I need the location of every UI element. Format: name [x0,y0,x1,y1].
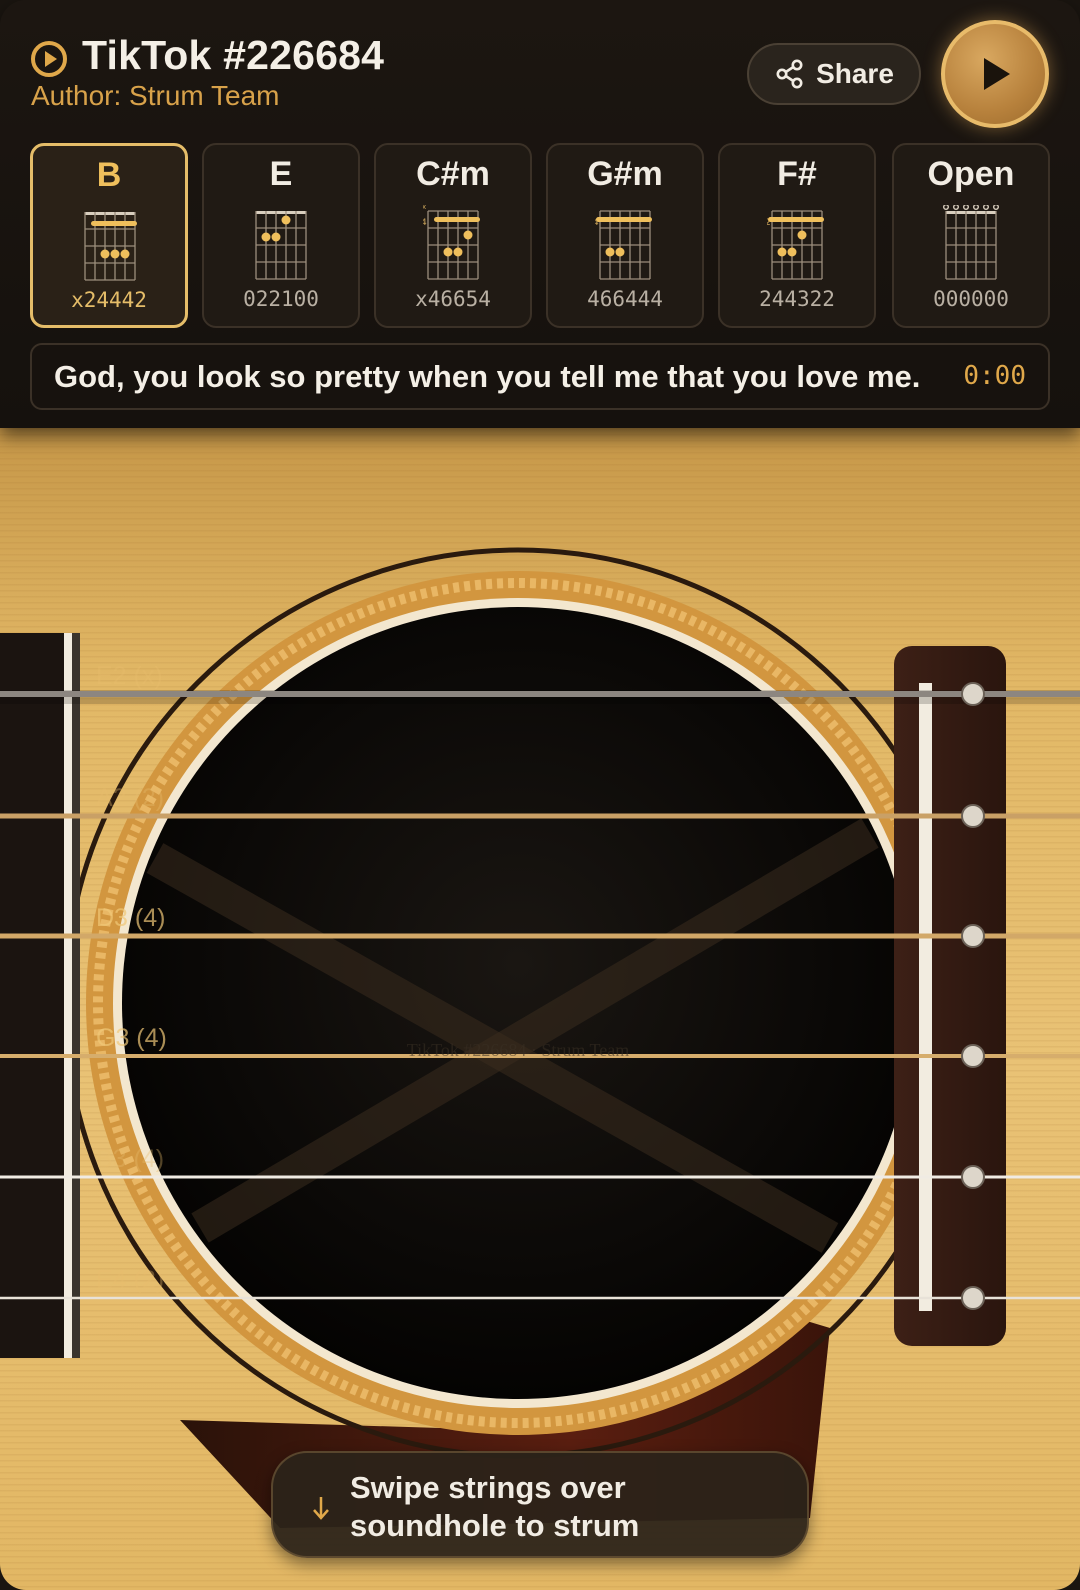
chord-diagram-icon [255,211,307,280]
share-button[interactable]: Share [747,43,921,105]
chord-name: C#m [416,155,490,193]
nut [64,633,72,1358]
nut-shadow [72,633,80,1358]
share-label: Share [816,58,894,89]
song-title: TikTok #226684 [82,32,385,78]
string-label-e2: E2 (x) [96,662,163,690]
bridge [894,646,1006,1346]
chord-name: F# [777,155,817,193]
string-label-a2: A2 (2) [96,784,165,812]
hint-line-2: soundhole to strum [350,1508,640,1543]
svg-text:4: 4 [423,218,427,228]
song-author: Author: Strum Team [31,80,280,111]
playback-time: 0:00 [963,361,1026,391]
string-label-e4: E4 (2) [96,1266,165,1294]
chord-fingering: 466444 [587,287,663,311]
chord-diagram-icon: 4 [595,210,652,280]
chord-card-c-sharp-minor[interactable]: C#m x 4 x46654 [374,143,532,328]
song-header: TikTok #226684 Author: Strum Team Share … [0,0,1080,428]
chord-diagram-icon: 2 [767,210,824,280]
chord-fingering: 000000 [933,287,1009,311]
chord-selector: B x24442 E 022100 C#m x 4 x46654 G#m 4 4… [30,143,1050,328]
chord-card-g-sharp-minor[interactable]: G#m 4 466444 [546,143,704,328]
hint-text: Swipe strings over soundhole to strum [350,1469,639,1545]
chord-card-e[interactable]: E 022100 [202,143,360,328]
saddle [919,683,932,1311]
play-button[interactable] [941,20,1049,128]
neck-end [0,633,64,1358]
lyric-text: God, you look so pretty when you tell me… [54,359,921,394]
guitar-artwork: TikTok #226684 · Strum Team [0,547,1080,1528]
chord-card-open[interactable]: Open 000000 [892,143,1050,328]
chord-fingering: 244322 [759,287,835,311]
play-circle-icon [31,40,67,77]
title-row: TikTok #226684 [30,32,384,79]
string-label-b3: B3 (4) [96,1145,165,1173]
chord-diagram-icon [943,205,999,280]
chord-diagram-icon [84,212,137,281]
chord-name: G#m [587,155,663,193]
share-icon [776,59,803,89]
chord-fingering: x46654 [415,287,491,311]
string-label-d3: D3 (4) [96,904,166,932]
svg-text:x: x [423,205,426,211]
lyric-bar: God, you look so pretty when you tell me… [30,343,1050,410]
soundhole-watermark: TikTok #226684 · Strum Team [407,1040,630,1060]
chord-fingering: x24442 [71,288,147,312]
chord-fingering: 022100 [243,287,319,311]
soundhole [122,607,914,1399]
play-icon [984,58,1010,90]
chord-name: E [269,155,293,193]
guitar-body[interactable]: TikTok #226684 · Strum Team E2 (x) A2 (2… [0,428,1080,1590]
chord-name: Open [927,155,1015,193]
chord-diagram-icon: x 4 [423,205,480,280]
string-label-g3: G3 (4) [96,1024,167,1052]
arrow-down-icon [313,1497,329,1520]
chord-name: B [96,156,122,194]
chord-card-b[interactable]: B x24442 [30,143,188,328]
strum-hint: Swipe strings over soundhole to strum [271,1451,809,1558]
chord-card-f-sharp[interactable]: F# 2 244322 [718,143,876,328]
hint-line-1: Swipe strings over [350,1470,626,1505]
